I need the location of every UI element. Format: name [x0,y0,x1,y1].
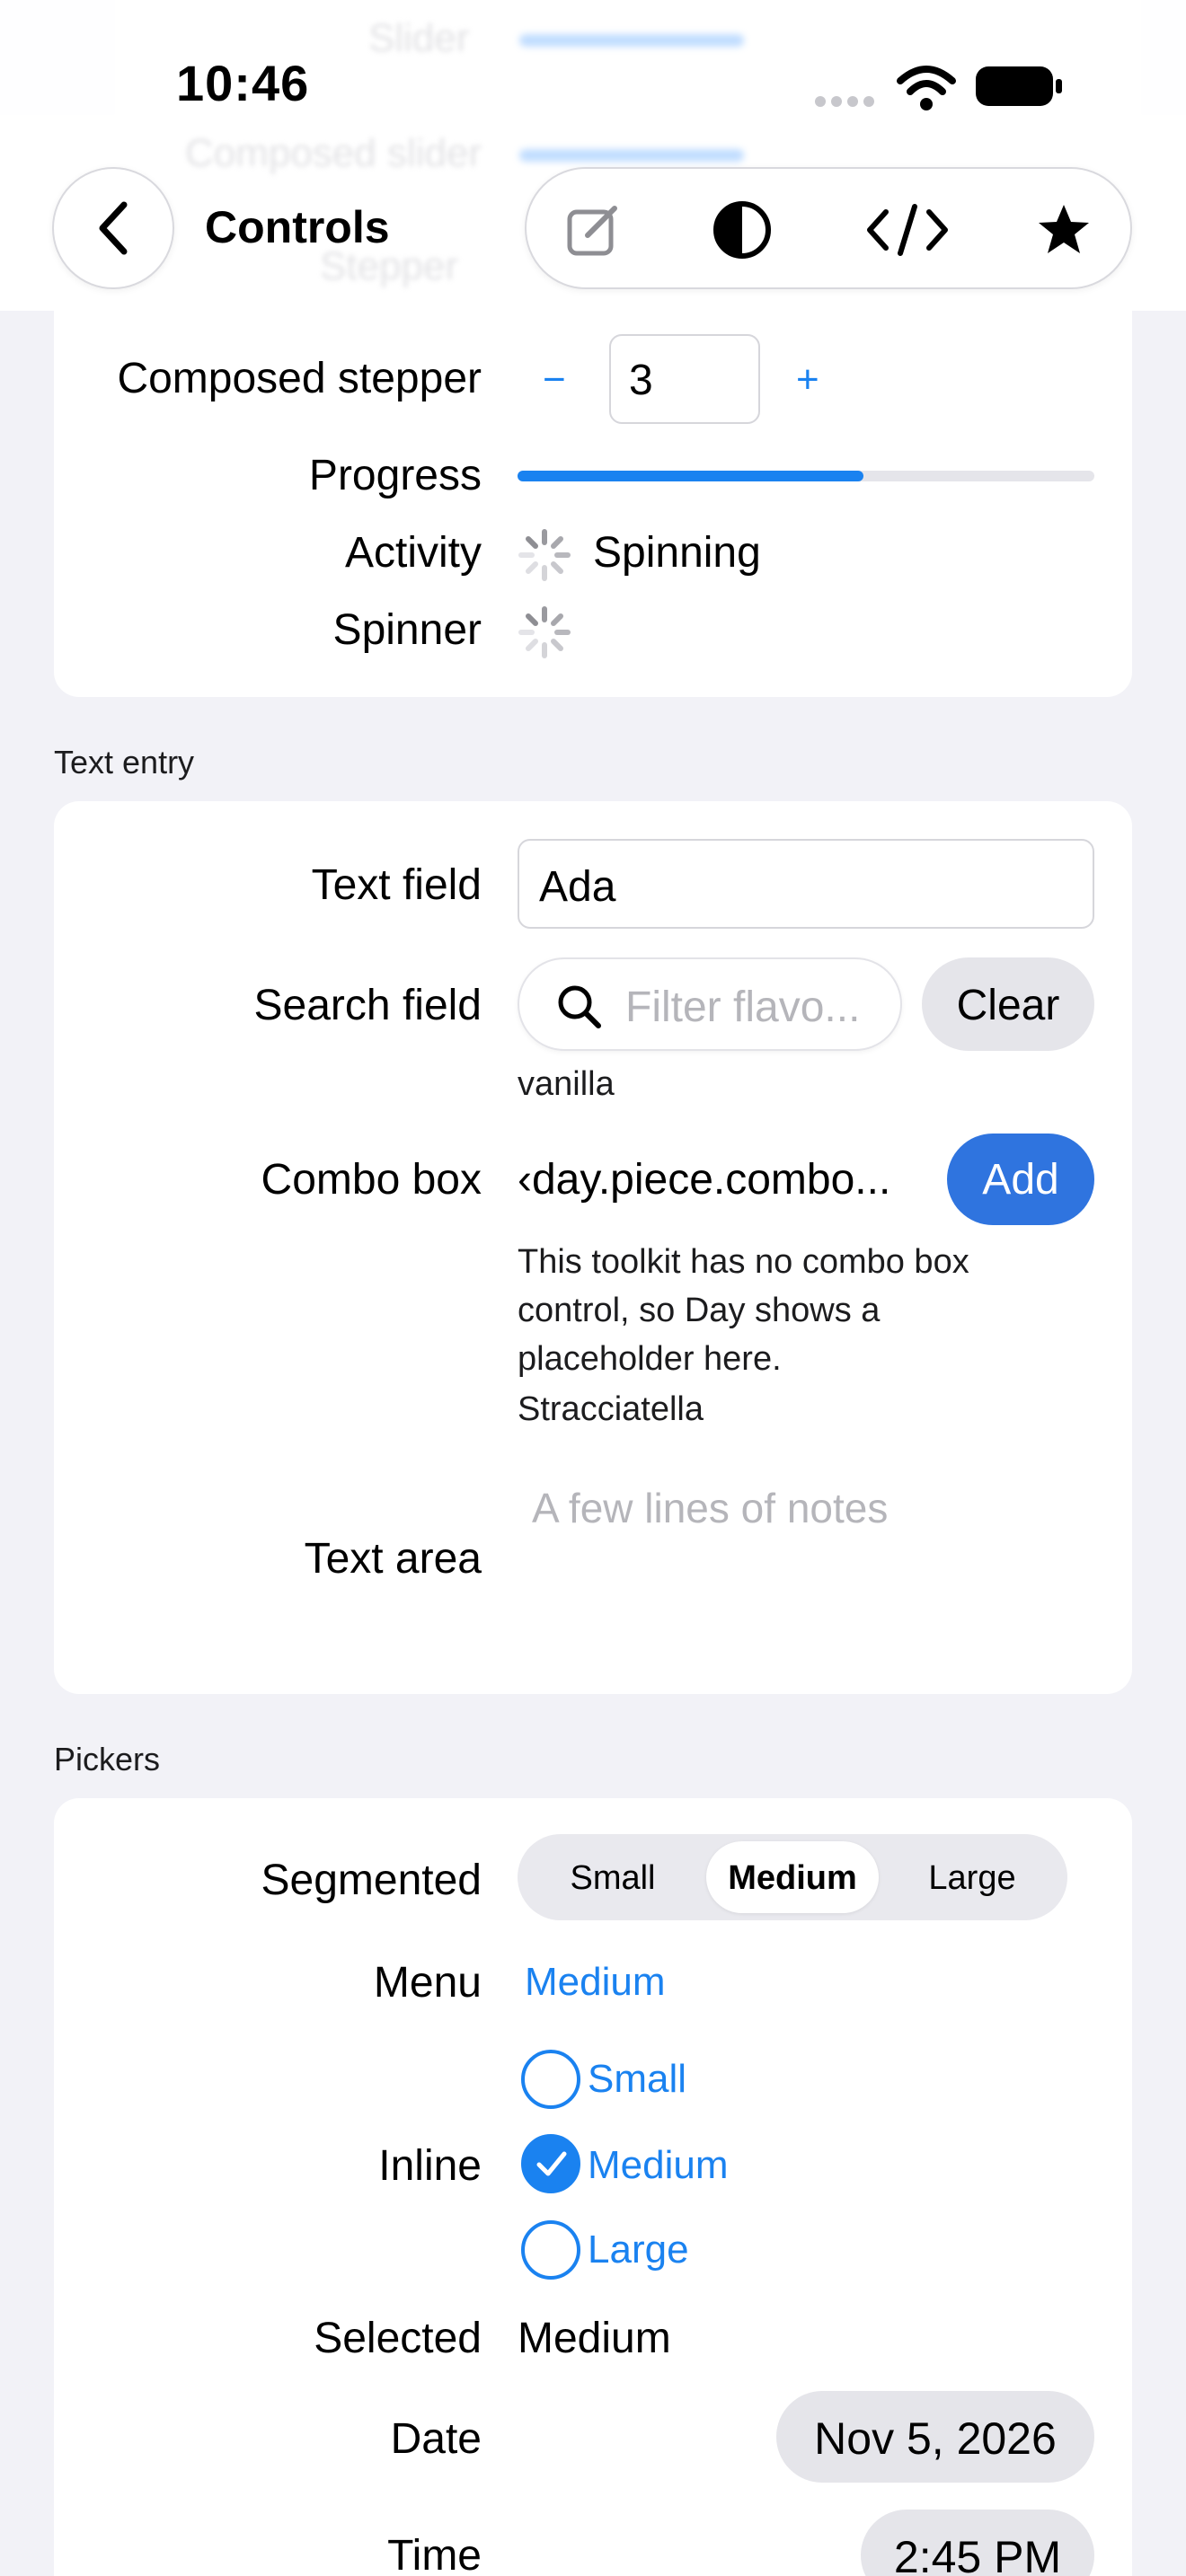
inline-radio-small[interactable] [521,2050,580,2109]
time-picker-button[interactable]: 2:45 PM [861,2510,1094,2576]
chevron-left-icon [99,201,128,255]
star-icon [1039,205,1089,253]
selected-label: Selected [314,2315,482,2362]
segment-small[interactable]: Small [527,1841,699,1913]
combo-box-placeholder-note: This toolkit has no combo box control, s… [518,1243,969,1378]
activity-label: Activity [344,529,482,577]
contrast-icon [713,201,771,259]
status-time: 10:46 [176,55,310,111]
cellular-signal-icon [815,96,874,107]
inline-radio-large[interactable] [521,2220,580,2280]
page-title: Controls [205,202,390,252]
inline-radio-medium[interactable] [521,2134,580,2193]
behind-slider-track [519,34,744,47]
segment-large[interactable]: Large [886,1841,1058,1913]
progress-label: Progress [308,452,482,499]
search-field-label: Search field [253,982,482,1029]
text-entry-section-header: Text entry [54,744,195,781]
search-placeholder: Filter flavo... [625,984,861,1031]
date-picker-button[interactable]: Nov 5, 2026 [776,2391,1094,2483]
menu-label: Menu [373,1959,482,2007]
segment-medium[interactable]: Medium [706,1841,879,1913]
toolbar [525,167,1132,289]
selected-value: Medium [518,2315,671,2362]
edit-icon [567,206,617,256]
code-icon [867,204,948,256]
combo-box-value[interactable]: ‹day.piece.combo... [518,1155,890,1204]
inline-option-small[interactable]: Small [588,2057,686,2102]
controls-card [54,269,1132,697]
appearance-button[interactable] [708,196,776,264]
combo-box-selected-value: Stracciatella [518,1390,704,1428]
navigation-bar: Slider Composed slider Stepper 10:46 Con… [0,0,1186,311]
stepper-decrement-button[interactable]: − [543,357,566,402]
date-label: Date [390,2415,482,2463]
back-button[interactable] [52,167,174,289]
clear-button[interactable]: Clear [922,957,1094,1051]
activity-status-text: Spinning [593,529,761,577]
search-input[interactable]: Filter flavo... [518,957,902,1051]
spinner-label: Spinner [332,606,482,654]
spinner-icon [518,606,571,658]
menu-picker[interactable]: Medium [525,1960,666,2005]
stepper-value-field[interactable]: 3 [609,334,760,424]
stepper-increment-button[interactable]: + [796,357,819,402]
inline-label: Inline [378,2142,482,2190]
combo-box-label: Combo box [261,1156,482,1204]
progress-bar-fill [518,471,864,481]
text-field-input[interactable]: Ada [518,839,1094,929]
search-icon [558,985,601,1028]
text-area-placeholder[interactable]: A few lines of notes [532,1484,888,1532]
add-button[interactable]: Add [947,1134,1094,1225]
segmented-control: Small Medium Large [518,1834,1067,1920]
inline-option-medium[interactable]: Medium [588,2143,729,2188]
favorite-button[interactable] [1030,196,1098,264]
segmented-label: Segmented [261,1857,482,1904]
battery-icon [976,66,1062,106]
time-label: Time [387,2532,482,2576]
text-field-label: Text field [311,861,482,909]
checkmark-icon [536,2151,567,2176]
edit-button[interactable] [559,196,627,264]
pickers-section-header: Pickers [54,1741,161,1778]
behind-composed-slider-label: Composed slider [185,131,482,175]
behind-slider-label: Slider [368,16,470,60]
source-code-button[interactable] [863,196,952,264]
composed-stepper-label: Composed stepper [117,355,482,402]
progress-bar [518,471,1094,481]
wifi-icon [897,66,956,110]
behind-composed-slider-track [519,149,744,162]
inline-option-large[interactable]: Large [588,2228,689,2272]
activity-spinner-icon [518,529,571,581]
text-area-label: Text area [304,1535,482,1583]
search-result-text: vanilla [518,1065,615,1103]
